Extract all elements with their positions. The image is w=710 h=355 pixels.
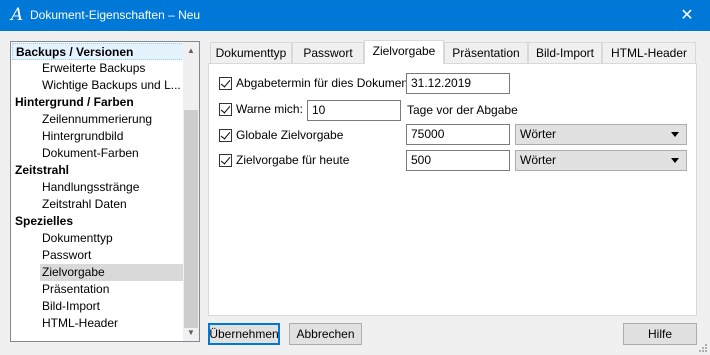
warn-days-input[interactable]: 10 [307,100,401,121]
tree-category[interactable]: Zeitstrahl [15,162,69,179]
tree-category[interactable]: Spezielles [15,213,73,230]
global-target-checkbox[interactable] [219,129,232,142]
today-target-checkbox[interactable] [219,154,232,167]
warn-suffix: Tage vor der Abgabe [407,103,518,117]
warn-label: Warne mich: [236,102,303,116]
tree-scrollbar[interactable]: ▲ ▼ [183,42,199,341]
app-icon: A [10,5,24,25]
title-bar: A Dokument-Eigenschaften – Neu ✕ [0,0,710,31]
scroll-down-icon[interactable]: ▼ [183,324,199,341]
cancel-button[interactable]: Abbrechen [289,323,362,345]
tree-item[interactable]: Handlungsstränge [42,179,139,196]
today-target-label: Zielvorgabe für heute [236,153,350,167]
tree-item[interactable]: Passwort [42,247,91,264]
settings-tree[interactable]: Backups / Versionen Erweiterte Backups Wic… [10,41,200,342]
tab-panel: Abgabetermin für dies Dokument 31.12.201… [208,63,697,316]
tree-item[interactable]: Präsentation [42,281,109,298]
tree-category[interactable]: Hintergrund / Farben [15,94,134,111]
tree-item[interactable]: Erweiterte Backups [42,60,145,77]
window-title: Dokument-Eigenschaften – Neu [30,8,201,22]
tree-item[interactable]: HTML-Header [42,315,118,332]
tree-item[interactable]: Hintergrundbild [42,128,123,145]
global-target-unit-select[interactable]: Wörter [515,124,687,145]
resize-grip-icon[interactable] [698,343,708,353]
tree-item[interactable]: Zielvorgabe [40,264,185,281]
global-target-label: Globale Zielvorgabe [236,128,344,142]
chevron-down-icon [671,158,679,163]
today-target-input[interactable]: 500 [406,150,510,171]
today-target-unit-select[interactable]: Wörter [515,150,687,171]
tree-item[interactable]: Wichtige Backups und L... [42,77,181,94]
chevron-down-icon [671,132,679,137]
deadline-checkbox[interactable] [219,77,232,90]
tab-bild-import[interactable]: Bild-Import [528,42,602,63]
tree-item[interactable]: Zeitstrahl Daten [42,196,127,213]
tree-category[interactable]: Backups / Versionen [12,43,184,60]
tree-item[interactable]: Zeilennummerierung [42,111,152,128]
tab-dokumenttyp[interactable]: Dokumenttyp [210,42,292,63]
scroll-up-icon[interactable]: ▲ [183,42,199,59]
tree-item[interactable]: Dokument-Farben [42,145,139,162]
today-target-unit-value: Wörter [520,153,556,167]
apply-button[interactable]: Übernehmen [208,323,280,345]
tab-zielvorgabe[interactable]: Zielvorgabe [364,40,444,64]
help-button[interactable]: Hilfe [623,323,697,345]
tab-passwort[interactable]: Passwort [292,42,364,63]
tree-item[interactable]: Dokumenttyp [42,230,113,247]
close-icon[interactable]: ✕ [664,0,710,31]
tab-html-header[interactable]: HTML-Header [602,42,696,63]
scroll-thumb[interactable] [184,110,198,328]
deadline-label: Abgabetermin für dies Dokument [236,76,412,90]
deadline-date-input[interactable]: 31.12.2019 [406,73,510,94]
tree-item[interactable]: Bild-Import [42,298,100,315]
global-target-unit-value: Wörter [520,127,556,141]
warn-checkbox[interactable] [219,103,232,116]
tab-praesentation[interactable]: Präsentation [444,42,528,63]
global-target-input[interactable]: 75000 [406,124,510,145]
